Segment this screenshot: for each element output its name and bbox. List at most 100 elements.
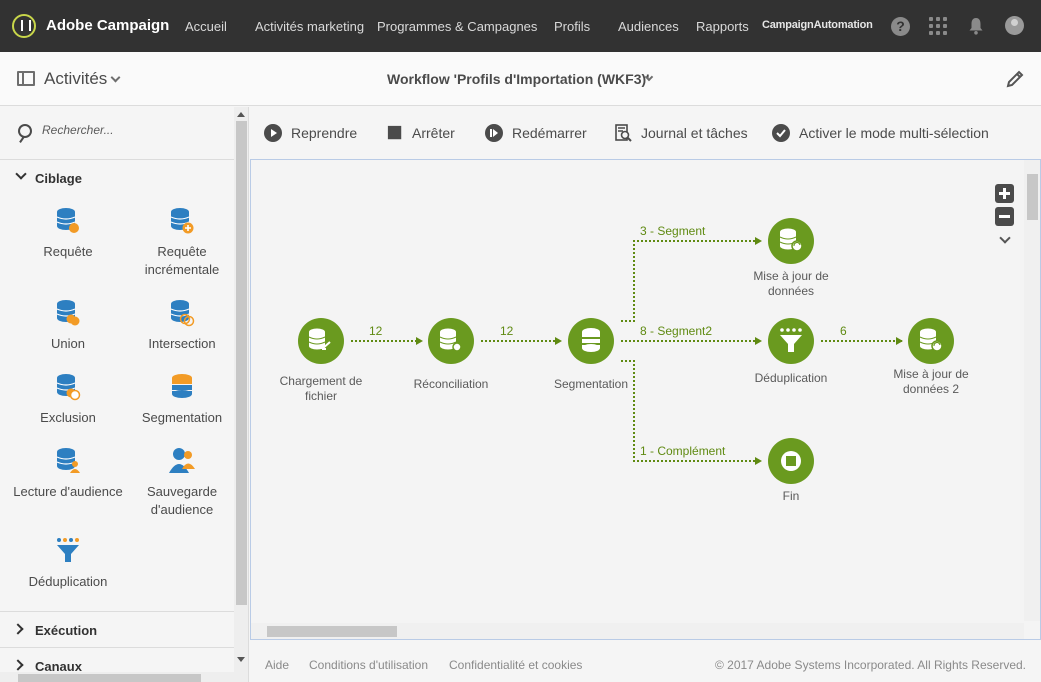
activity-intersection[interactable]: Intersection: [125, 299, 239, 353]
search-input[interactable]: [42, 123, 222, 137]
nav-item-audiences[interactable]: Audiences: [618, 19, 679, 34]
activity-label: Requête incrémentale: [144, 244, 220, 277]
zoom-out-button[interactable]: [995, 207, 1014, 226]
activity-label: Sauvegarde d'audience: [146, 484, 218, 517]
node-end[interactable]: [768, 438, 814, 484]
canvas-vertical-scroll-thumb[interactable]: [1027, 174, 1038, 220]
activity-query[interactable]: Requête: [11, 207, 125, 261]
node-reconciliation[interactable]: [428, 318, 474, 364]
node-segmentation[interactable]: [568, 318, 614, 364]
restart-label: Redémarrer: [512, 125, 587, 141]
nav-item-profiles[interactable]: Profils: [554, 19, 590, 34]
transition-segment-label: 8 - Segment2: [640, 324, 713, 338]
node-label-end: Fin: [782, 489, 800, 503]
node-label-load-file: Chargement de fichier: [279, 374, 363, 403]
read-audience-icon: [56, 448, 80, 473]
sidebar-search: [0, 107, 234, 157]
section-label: Ciblage: [35, 171, 82, 186]
activities-sidebar: Ciblage Requête Requête incrémentale Uni…: [0, 107, 249, 682]
node-label-reconciliation: Réconciliation: [413, 377, 489, 391]
activity-label: Segmentation: [141, 410, 223, 425]
nav-item-programs-campaigns[interactable]: Programmes & Campagnes: [377, 19, 537, 34]
section-targeting[interactable]: Ciblage: [0, 159, 234, 195]
log-search-icon: [615, 124, 632, 142]
stop-icon: [387, 125, 402, 140]
user-avatar[interactable]: [1005, 16, 1024, 35]
activity-label: Exclusion: [40, 410, 96, 425]
node-load-file[interactable]: [298, 318, 344, 364]
activity-segmentation[interactable]: Segmentation: [125, 373, 239, 427]
chevron-down-icon: [15, 168, 27, 180]
query-icon: [56, 208, 79, 233]
activity-save-audience[interactable]: Sauvegarde d'audience: [125, 447, 239, 519]
node-deduplication[interactable]: [768, 318, 814, 364]
footer-help-link[interactable]: Aide: [265, 658, 289, 672]
resume-label: Reprendre: [291, 125, 358, 141]
nav-item-reports[interactable]: Rapports: [696, 19, 749, 34]
save-audience-icon: [169, 448, 195, 473]
sidebar-horizontal-scroll-thumb[interactable]: [18, 674, 201, 682]
restart-icon: [485, 124, 503, 142]
footer-terms-link[interactable]: Conditions d'utilisation: [309, 658, 428, 672]
chevron-right-icon: [12, 623, 24, 635]
segmentation-icon: [172, 374, 192, 398]
workflow-title[interactable]: Workflow 'Profils d'Importation (WKF3)': [387, 71, 650, 87]
brand-name[interactable]: Adobe Campaign: [46, 17, 169, 34]
canvas-vertical-scrollbar[interactable]: [1024, 160, 1040, 621]
nav-item-marketing-activities[interactable]: Activités marketing: [255, 19, 364, 34]
deduplication-icon: [57, 538, 79, 562]
node-update-data[interactable]: [768, 218, 814, 264]
activity-incremental-query[interactable]: Requête incrémentale: [125, 207, 239, 279]
nav-item-accueil[interactable]: Accueil: [185, 19, 227, 34]
activity-deduplication[interactable]: Déduplication: [11, 537, 125, 591]
node-label-update-data: Mise à jour de données: [753, 269, 829, 298]
activity-label: Requête: [43, 244, 93, 259]
log-and-tasks-button[interactable]: Journal et tâches: [614, 123, 748, 143]
restart-button[interactable]: Redémarrer: [485, 123, 587, 143]
activity-read-audience[interactable]: Lecture d'audience: [11, 447, 125, 501]
footer-copyright: © 2017 Adobe Systems Incorporated. All R…: [714, 658, 1026, 672]
page-footer: Aide Conditions d'utilisation Confidenti…: [250, 640, 1041, 682]
transition-segment-3: [621, 237, 762, 322]
activity-union[interactable]: Union: [11, 299, 125, 353]
scroll-down-arrow-icon[interactable]: [237, 657, 245, 662]
sidebar-scroll-thumb[interactable]: [236, 121, 247, 605]
section-execution[interactable]: Exécution: [0, 611, 234, 647]
activity-label: Intersection: [148, 336, 216, 351]
search-icon: [18, 124, 32, 138]
apps-grid-icon[interactable]: [929, 17, 947, 35]
notifications-bell-icon[interactable]: [968, 17, 984, 35]
node-label-update-data-2: Mise à jour de données 2: [893, 367, 969, 396]
zoom-in-button[interactable]: [995, 184, 1014, 203]
node-label-deduplication: Déduplication: [754, 371, 828, 385]
log-and-tasks-label: Journal et tâches: [641, 125, 748, 141]
section-label: Exécution: [35, 623, 98, 638]
union-icon: [56, 300, 80, 326]
stop-button[interactable]: Arrêter: [387, 123, 455, 143]
help-icon[interactable]: ?: [891, 17, 910, 36]
node-update-data-2[interactable]: [908, 318, 954, 364]
scroll-up-arrow-icon[interactable]: [237, 112, 245, 117]
workflow-toolbar: Reprendre Arrêter Redémarrer Journal et …: [250, 107, 1041, 159]
workflow-canvas[interactable]: 12 12 3 - Segment 8 - Segment2 1 - Compl…: [250, 159, 1041, 640]
resume-button[interactable]: Reprendre: [264, 123, 357, 143]
chevron-right-icon: [12, 659, 24, 671]
transition-count-label: 12: [369, 324, 383, 338]
activities-panel-title[interactable]: Activités: [44, 69, 107, 89]
footer-privacy-link[interactable]: Confidentialité et cookies: [449, 658, 582, 672]
edit-pencil-icon[interactable]: [1006, 70, 1026, 88]
intersection-icon: [170, 300, 195, 327]
multiselect-mode-button[interactable]: Activer le mode multi-sélection: [772, 123, 989, 143]
user-instance-name[interactable]: CampaignAutomation: [762, 19, 873, 31]
sidebar-toggle-icon[interactable]: [17, 71, 35, 86]
activity-label: Lecture d'audience: [13, 484, 123, 499]
multiselect-mode-label: Activer le mode multi-sélection: [799, 125, 989, 141]
stop-label: Arrêter: [412, 125, 455, 141]
transition-count-label: 6: [840, 324, 847, 338]
node-label-segmentation: Segmentation: [553, 377, 629, 391]
activity-label: Déduplication: [28, 574, 108, 589]
canvas-horizontal-scroll-thumb[interactable]: [267, 626, 397, 637]
adobe-campaign-logo-icon[interactable]: [12, 14, 36, 38]
activity-exclusion[interactable]: Exclusion: [11, 373, 125, 427]
checkmark-circle-icon: [772, 124, 790, 142]
